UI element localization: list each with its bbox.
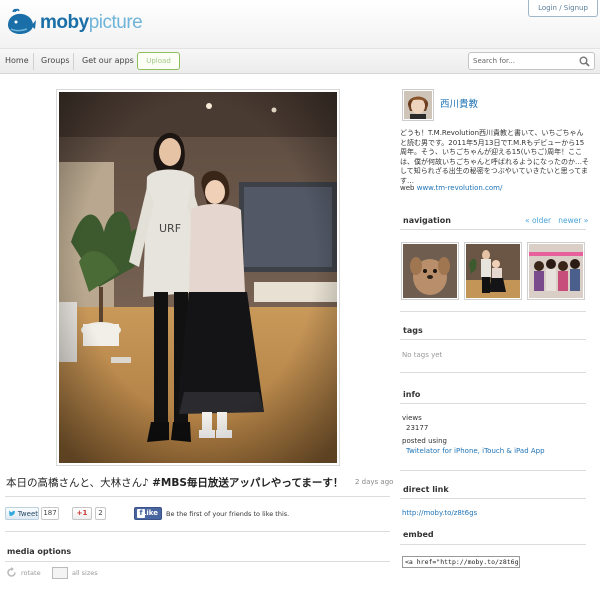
nav-thumbnail-current[interactable] [464, 242, 522, 300]
nav-home[interactable]: Home [5, 56, 29, 65]
main-photo-frame: URF [56, 89, 340, 466]
tweet-count: 187 [41, 507, 59, 520]
caption-divider [5, 496, 390, 497]
tags-divider [400, 339, 586, 340]
gplus-button[interactable]: +1 [72, 507, 92, 520]
mobypicture-logo[interactable]: mobypicture [5, 4, 143, 42]
nav-divider [33, 53, 34, 70]
site-header: mobypicture Login / Signup [0, 0, 600, 48]
search-input[interactable] [473, 55, 573, 67]
profile-web-link[interactable]: www.tm-revolution.com/ [417, 184, 503, 192]
info-bottom-divider [400, 470, 586, 471]
info-divider [400, 403, 586, 404]
direct-link-url[interactable]: http://moby.to/z8t6gs [402, 509, 477, 517]
nav-thumbnail[interactable] [401, 242, 459, 300]
nav-divider [73, 53, 74, 70]
posted-using-label: posted using [402, 437, 448, 445]
search-icon[interactable] [579, 56, 590, 67]
twitter-bird-icon [8, 510, 16, 516]
login-signup-button[interactable]: Login / Signup [528, 0, 598, 17]
main-photo[interactable]: URF [59, 92, 337, 463]
nav-get-our-apps[interactable]: Get our apps [82, 56, 134, 65]
embed-title: embed [403, 530, 434, 539]
older-link[interactable]: « older [525, 216, 551, 225]
nav-thumbnail[interactable] [527, 242, 585, 300]
embed-code-field[interactable] [402, 556, 520, 568]
gplus-count: 2 [95, 507, 106, 520]
tweet-label: Tweet [17, 509, 38, 518]
tags-title: tags [403, 326, 423, 335]
rotate-label[interactable]: rotate [21, 569, 41, 577]
thumbs-divider [400, 311, 586, 312]
navigation-title: navigation [403, 216, 451, 225]
facebook-like-button[interactable]: f Like [134, 507, 162, 520]
media-options-title: media options [7, 547, 72, 556]
embed-divider [400, 544, 586, 545]
facebook-icon: f [137, 509, 145, 518]
direct-link-divider [400, 498, 586, 499]
post-time: 2 days ago [355, 478, 394, 486]
facebook-like-text: Be the first of your friends to like thi… [166, 510, 290, 518]
caption-hashtag[interactable]: #MBS毎日放送アッパレやってまーす！ [152, 477, 343, 489]
views-value: 23177 [406, 424, 429, 432]
info-title: info [403, 390, 421, 399]
tags-empty: No tags yet [402, 351, 443, 359]
profile-bio: どうも！T.M.Revolution西川貴教と書いて、いちごちゃんと読む男です。… [400, 129, 589, 185]
main-navbar: Home Groups Get our apps Upload [0, 48, 600, 74]
profile-web-label: web [400, 184, 415, 192]
caption-text: 本日の高橋さんと、大林さん♪ [6, 477, 153, 489]
upload-button[interactable]: Upload [137, 52, 180, 70]
social-divider [5, 531, 390, 532]
navigation-divider [400, 229, 586, 230]
posted-using-app-link[interactable]: Twitelator for iPhone, iTouch & iPad App [406, 447, 545, 455]
navigation-links: « older newer » [525, 216, 588, 225]
media-options-divider [5, 561, 390, 562]
views-label: views [402, 414, 422, 422]
profile-avatar[interactable] [402, 89, 434, 121]
photo-caption: 本日の高橋さんと、大林さん♪ #MBS毎日放送アッパレやってまーす！ [6, 475, 343, 490]
logo-picture-text: picture [88, 12, 143, 33]
logo-moby-text: moby [40, 12, 89, 33]
all-sizes-label[interactable]: all sizes [72, 569, 98, 577]
whale-icon [8, 8, 36, 35]
search-box [468, 52, 595, 70]
direct-link-title: direct link [403, 485, 449, 494]
nav-groups[interactable]: Groups [41, 56, 70, 65]
profile-name[interactable]: 西川貴教 [440, 96, 478, 110]
profile-web: web www.tm-revolution.com/ [400, 184, 502, 192]
tags-bottom-divider [400, 372, 586, 373]
newer-link[interactable]: newer » [558, 216, 588, 225]
tweet-button[interactable]: Tweet [5, 507, 39, 520]
rotate-icon[interactable] [6, 567, 17, 578]
all-sizes-icon[interactable] [52, 567, 68, 579]
